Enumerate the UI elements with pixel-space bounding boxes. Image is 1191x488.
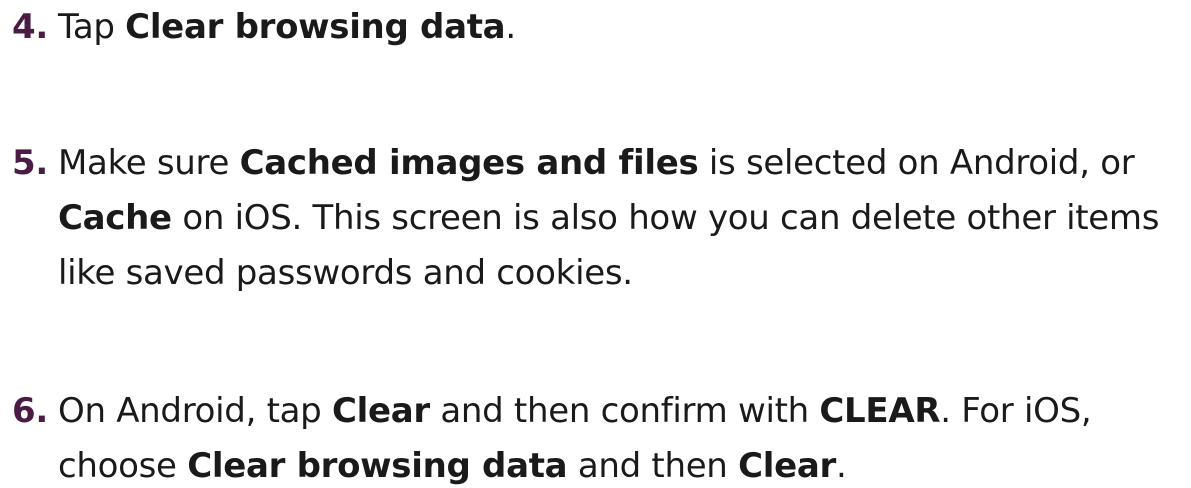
step-number: 4. (12, 7, 48, 47)
step-line: like saved passwords and cookies. (58, 246, 1191, 301)
step-4: 4. Tap Clear browsing data. (12, 0, 1191, 55)
step-text: Tap Clear browsing data. (58, 0, 1191, 55)
step-5: 5. Make sure Cached images and files is … (12, 136, 1191, 301)
text-run: . (505, 7, 516, 47)
text-run: . For iOS, (940, 391, 1092, 431)
step-line: Make sure Cached images and files is sel… (58, 136, 1191, 191)
text-run: is selected on Android, or (698, 143, 1135, 183)
bold-run: Clear (738, 446, 836, 486)
step-6: 6. On Android, tap Clear and then confir… (12, 384, 1191, 488)
bold-run: Clear (331, 391, 430, 431)
step-text: Make sure Cached images and files is sel… (58, 136, 1191, 301)
bold-run: Cache (58, 198, 172, 238)
text-run: and then (567, 446, 739, 486)
step-line: Tap Clear browsing data. (58, 0, 1191, 55)
text-run: On Android, tap (58, 391, 332, 431)
text-run: and then confirm with (429, 391, 820, 431)
text-run: Make sure (58, 143, 240, 183)
bold-run: Clear browsing data (125, 7, 506, 47)
bold-run: Cached images and files (239, 143, 699, 183)
text-run: . (835, 446, 847, 486)
text-run: Tap (58, 7, 126, 47)
step-line: On Android, tap Clear and then confirm w… (58, 384, 1191, 439)
step-number: 6. (12, 391, 48, 431)
text-run: choose (58, 446, 188, 486)
step-line: Cache on iOS. This screen is also how yo… (58, 191, 1191, 246)
bold-run: Clear browsing data (187, 446, 568, 486)
step-number: 5. (12, 143, 48, 183)
step-line: choose Clear browsing data and then Clea… (58, 439, 1191, 488)
text-run: like saved passwords and cookies. (58, 253, 633, 293)
text-run: on iOS. This screen is also how you can … (171, 198, 1160, 238)
bold-run: CLEAR (819, 391, 941, 431)
instruction-steps: 4. Tap Clear browsing data. 5. Make sure… (0, 0, 1191, 488)
step-text: On Android, tap Clear and then confirm w… (58, 384, 1191, 488)
